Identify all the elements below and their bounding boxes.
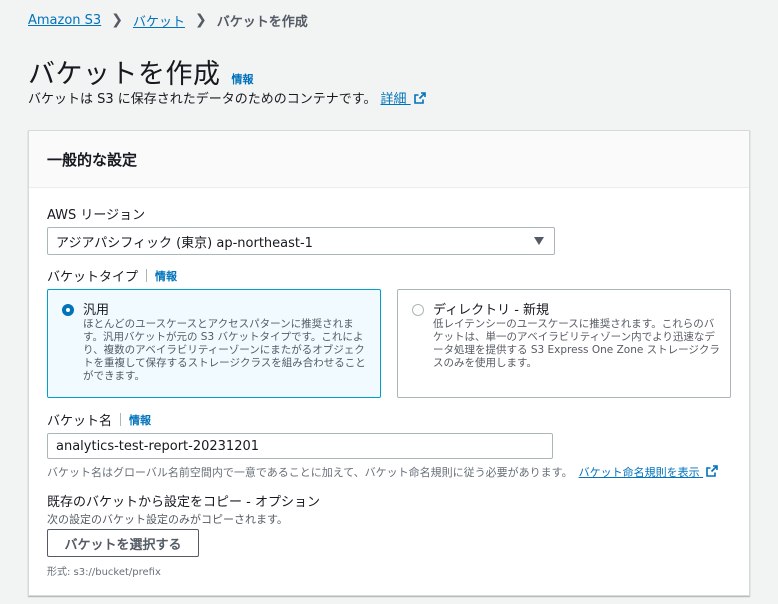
region-label-text: AWS リージョン — [47, 208, 146, 223]
caret-down-icon — [534, 237, 544, 245]
general-settings-panel: 一般的な設定 AWS リージョン アジアパシフィック (東京) ap-north… — [28, 130, 750, 596]
naming-rules-label: バケット命名規則を表示 — [578, 466, 700, 479]
bucket-type-label: バケットタイプ 情報 — [47, 266, 177, 285]
learn-more-label: 詳細 — [380, 92, 407, 107]
label-divider — [146, 269, 148, 282]
region-select[interactable]: アジアパシフィック (東京) ap-northeast-1 — [47, 227, 555, 255]
chevron-right-icon: ❯ — [194, 11, 207, 28]
copy-settings-subtitle: 次の設定のバケット設定のみがコピーされます。 — [47, 513, 288, 526]
bucket-name-label-text: バケット名 — [47, 414, 113, 429]
tile-title: 汎用 — [83, 303, 110, 318]
bucket-type-info-link[interactable]: 情報 — [155, 268, 177, 284]
radio-selected[interactable] — [62, 304, 74, 316]
page-subtitle: バケットは S3 に保存されたデータのためのコンテナです。 詳細 — [28, 88, 426, 107]
breadcrumb: Amazon S3 ❯ バケット ❯ バケットを作成 — [28, 11, 308, 31]
radio-unselected[interactable] — [412, 304, 424, 316]
panel-header: 一般的な設定 — [29, 131, 749, 188]
chevron-right-icon: ❯ — [111, 11, 123, 28]
breadcrumb-current: バケットを作成 — [216, 15, 308, 30]
bucket-name-input[interactable] — [47, 433, 553, 459]
external-link-icon — [706, 465, 718, 477]
learn-more-link[interactable]: 詳細 — [381, 88, 426, 107]
bucket-name-hint: バケット名はグローバル名前空間内で一意であることに加えて、バケット命名規則に従う… — [47, 464, 718, 480]
panel-title: 一般的な設定 — [47, 150, 138, 169]
bucket-name-info-link[interactable]: 情報 — [129, 412, 151, 428]
bucket-name-label: バケット名 情報 — [47, 410, 151, 429]
breadcrumb-buckets-link[interactable]: バケット — [133, 11, 185, 30]
page-title: バケットを作成 — [28, 59, 221, 90]
region-select-value: アジアパシフィック (東京) ap-northeast-1 — [56, 235, 313, 251]
page-description: バケットは S3 に保存されたデータのためのコンテナです。 — [28, 92, 377, 107]
breadcrumb-amazon-s3-link[interactable]: Amazon S3 — [28, 13, 101, 28]
page-info-link[interactable]: 情報 — [232, 71, 254, 87]
page-header: バケットを作成 情報 — [28, 52, 254, 91]
bucket-name-hint-text: バケット名はグローバル名前空間内で一意であることに加えて、バケット命名規則に従う… — [47, 466, 573, 479]
label-divider — [120, 413, 122, 426]
format-hint: 形式: s3://bucket/prefix — [47, 567, 161, 578]
bucket-type-label-text: バケットタイプ — [47, 270, 139, 285]
naming-rules-link[interactable]: バケット命名規則を表示 — [579, 464, 719, 480]
tile-description: 低レイテンシーのユースケースに推奨されます。これらのバケットは、単一のアベイラビ… — [433, 318, 720, 369]
copy-settings-title: 既存のバケットから設定をコピー - オプション — [47, 495, 320, 510]
tile-title: ディレクトリ - 新規 — [433, 303, 550, 318]
bucket-type-general-purpose-tile[interactable]: 汎用 ほとんどのユースケースとアクセスパターンに推奨されます。汎用バケットが元の… — [47, 289, 381, 398]
region-label: AWS リージョン — [47, 204, 145, 223]
external-link-icon — [413, 92, 426, 104]
choose-bucket-button[interactable]: バケットを選択する — [47, 529, 199, 557]
bucket-type-directory-tile[interactable]: ディレクトリ - 新規 低レイテンシーのユースケースに推奨されます。これらのバケ… — [397, 289, 731, 398]
tile-description: ほとんどのユースケースとアクセスパターンに推奨されます。汎用バケットが元の S3… — [83, 318, 366, 382]
